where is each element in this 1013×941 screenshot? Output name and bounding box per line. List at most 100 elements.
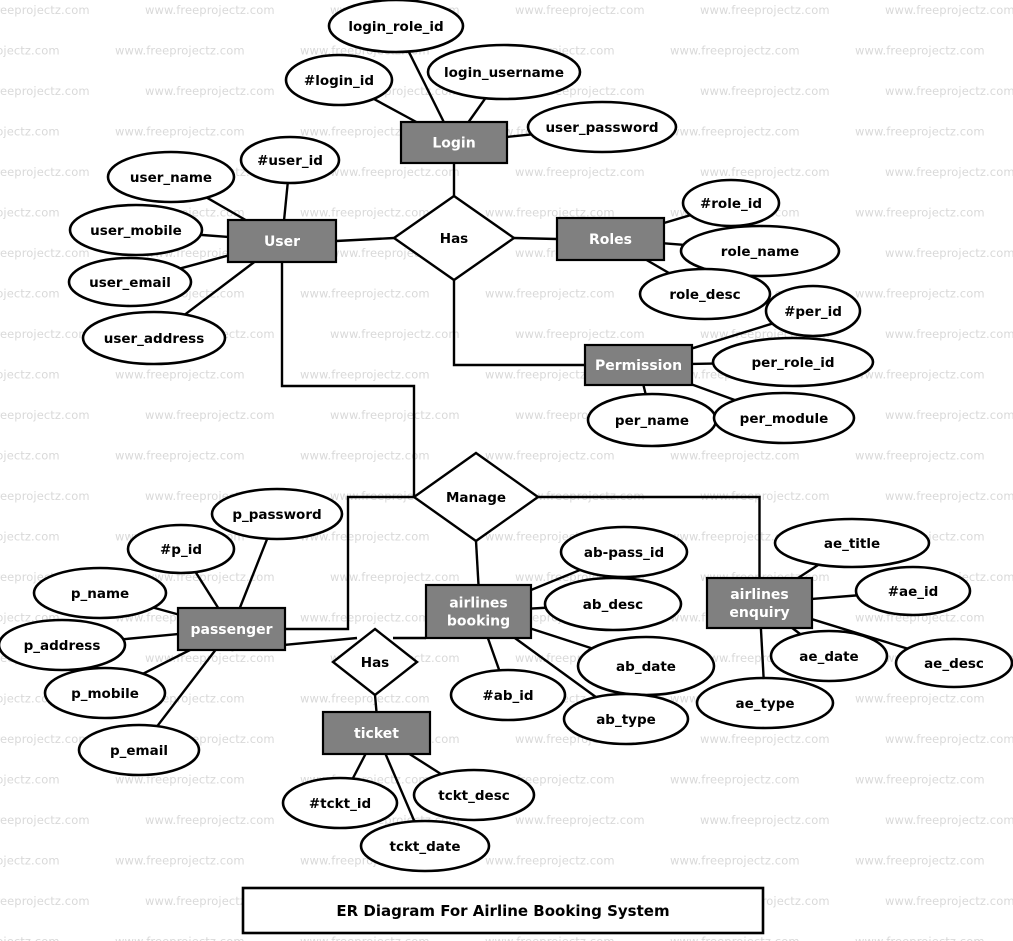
attribute-label: role_name (721, 244, 799, 260)
entity-node-airlines_enquiry: airlines enquiry (705, 576, 814, 630)
attribute-node-p_id: #p_id (126, 523, 236, 575)
entity-rect (424, 583, 533, 640)
edge-p_name (153, 606, 179, 616)
attribute-label: #role_id (700, 196, 762, 212)
attribute-node-user_mobile: user_mobile (68, 203, 204, 257)
attribute-label: ae_date (799, 649, 858, 665)
relationship-label: Has (361, 655, 389, 671)
attribute-label: user_address (104, 331, 205, 347)
edge-ae_id (811, 594, 858, 601)
entity-node-permission: Permission (583, 343, 694, 387)
entity-label: Permission (595, 358, 682, 374)
edge-p_password (238, 538, 269, 609)
attribute-label: p_address (24, 638, 101, 654)
attribute-label: tckt_desc (438, 788, 510, 804)
attribute-node-p_name: p_name (32, 566, 168, 620)
attribute-node-ab_date: ab_date (576, 635, 716, 697)
entity-node-login: Login (399, 120, 509, 165)
attribute-label: #ab_id (482, 688, 533, 704)
edge-role_name (663, 242, 684, 247)
edge-ae_title (797, 563, 820, 580)
edge-user_mobile (200, 233, 229, 239)
attribute-node-per_name: per_name (586, 392, 718, 448)
attribute-label: ae_type (735, 696, 794, 712)
edge-user_id (282, 182, 289, 221)
entity-node-user: User (226, 218, 338, 264)
attribute-label: p_password (232, 507, 321, 523)
edge-has-permission (452, 280, 585, 367)
attribute-node-login_username: login_username (426, 43, 582, 101)
edge-p_mobile (142, 648, 191, 675)
attribute-node-tckt_id: #tckt_id (281, 776, 399, 830)
attribute-node-per_id: #per_id (764, 284, 862, 338)
attribute-node-ab_id: #ab_id (449, 668, 567, 722)
attribute-node-per_role_id: per_role_id (711, 336, 875, 388)
attribute-label: #p_id (160, 542, 202, 558)
attribute-label: user_name (130, 170, 212, 186)
edge-ae_type (759, 627, 765, 679)
attribute-label: login_role_id (348, 19, 443, 35)
entity-label: airlines (730, 587, 789, 603)
edge-ab_date (530, 627, 593, 650)
entity-label: User (264, 234, 300, 250)
edge-role_id (663, 214, 691, 225)
entity-label: booking (447, 614, 510, 630)
attribute-label: #ae_id (888, 584, 939, 600)
entity-node-passenger: passenger (176, 606, 287, 652)
attribute-label: user_email (89, 275, 171, 291)
attribute-label: role_desc (669, 287, 740, 303)
attribute-node-user_email: user_email (67, 256, 193, 308)
attribute-node-ae_date: ae_date (769, 629, 889, 683)
diagram-title: ER Diagram For Airline Booking System (241, 886, 765, 935)
attribute-node-ae_type: ae_type (695, 676, 835, 730)
edge-ab_desc (530, 606, 546, 610)
entity-node-ticket: ticket (321, 710, 432, 756)
attribute-node-ab_pass_id: ab-pass_id (559, 525, 689, 579)
er-diagram: login_role_id #login_id login_usernameuser… (0, 0, 1013, 935)
attribute-label: per_module (740, 411, 829, 427)
attribute-node-role_desc: role_desc (638, 267, 772, 321)
entity-label: Login (432, 136, 475, 152)
attribute-node-tckt_desc: tckt_desc (412, 768, 536, 822)
attribute-label: #user_id (257, 153, 323, 169)
attribute-node-per_module: per_module (712, 391, 856, 445)
entity-label: airlines (449, 596, 508, 612)
edge-user-manage (280, 262, 416, 497)
attribute-label: #per_id (784, 304, 842, 320)
diagram-title-box: ER Diagram For Airline Booking System (241, 886, 765, 935)
edge-user-has (335, 236, 395, 243)
entity-node-airlines_booking: airlines booking (424, 583, 533, 640)
attribute-label: ab_date (616, 659, 676, 675)
edge-manage-airlines-booking (474, 540, 480, 586)
edge-ab_id (486, 637, 501, 671)
attribute-label: p_name (71, 586, 129, 602)
attribute-node-p_password: p_password (210, 487, 344, 541)
relationship-node-manage: Manage (411, 451, 541, 543)
edge-login_id (373, 97, 417, 124)
attribute-node-tckt_date: tckt_date (359, 819, 491, 873)
edge-has2-ticket (373, 694, 378, 713)
edge-role_desc (645, 258, 670, 275)
attribute-node-user_id: #user_id (239, 135, 341, 185)
edge-has-roles (513, 236, 558, 241)
attribute-label: user_mobile (90, 223, 182, 239)
relationship-label: Manage (446, 490, 506, 506)
attribute-node-user_password: user_password (526, 100, 678, 154)
attribute-label: per_name (615, 413, 689, 429)
attribute-node-ae_id: #ae_id (854, 565, 972, 617)
edge-p_address (123, 632, 179, 641)
attribute-node-user_name: user_name (106, 150, 236, 204)
attribute-label: ab-pass_id (584, 545, 664, 561)
attribute-label: p_mobile (71, 686, 139, 702)
attribute-node-p_email: p_email (77, 723, 201, 777)
attribute-node-ae_desc: ae_desc (894, 637, 1013, 689)
edge-per_module (691, 383, 736, 402)
edge-login_username (467, 97, 487, 123)
attribute-node-ab_desc: ab_desc (543, 576, 683, 632)
entity-label: ticket (354, 726, 399, 742)
attribute-label: ae_desc (924, 656, 984, 672)
attribute-label: ae_title (824, 536, 880, 552)
title-text: ER Diagram For Airline Booking System (336, 902, 669, 920)
attribute-label: user_password (545, 120, 658, 136)
edge-tckt_desc (408, 752, 442, 776)
